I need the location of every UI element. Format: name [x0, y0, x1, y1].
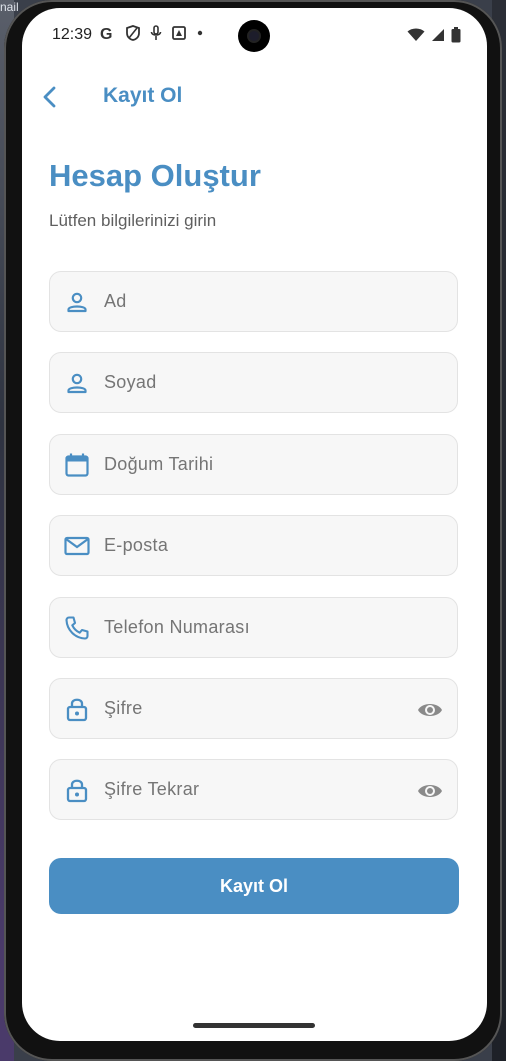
- svg-text:G: G: [100, 26, 112, 41]
- back-button[interactable]: [36, 82, 66, 112]
- status-icons: G: [100, 25, 204, 41]
- password-confirm-input[interactable]: [104, 779, 404, 800]
- register-button[interactable]: Kayıt Ol: [49, 858, 459, 914]
- app-screen: 12:39 G Kayıt Ol Hesap Oluştur Lütfen bi: [22, 8, 487, 1041]
- password-input[interactable]: [104, 698, 404, 719]
- shield-icon: [126, 25, 140, 41]
- person-icon: [67, 292, 87, 313]
- lock-icon: [66, 698, 88, 722]
- page-title: Hesap Oluştur: [49, 158, 261, 193]
- phone-input[interactable]: [104, 617, 404, 638]
- front-camera: [238, 20, 270, 52]
- eye-icon[interactable]: [417, 778, 443, 804]
- last-name-input[interactable]: [104, 372, 404, 393]
- dot-icon: [197, 30, 203, 36]
- email-input[interactable]: [104, 535, 404, 556]
- page-subtitle: Lütfen bilgilerinizi girin: [49, 211, 217, 230]
- first-name-input[interactable]: [104, 291, 404, 312]
- password-confirm-field[interactable]: [49, 759, 458, 820]
- mail-icon: [64, 536, 90, 556]
- email-field[interactable]: [49, 515, 458, 576]
- status-bar: 12:39 G: [22, 8, 487, 64]
- phone-frame: 12:39 G Kayıt Ol Hesap Oluştur Lütfen bi: [4, 0, 502, 1061]
- home-indicator[interactable]: [193, 1023, 315, 1028]
- phone-field[interactable]: [49, 597, 458, 658]
- status-right-icons: [407, 27, 461, 43]
- person-icon: [67, 373, 87, 394]
- birth-date-field[interactable]: [49, 434, 458, 495]
- background-corner-text: nail: [0, 0, 19, 14]
- last-name-field[interactable]: [49, 352, 458, 413]
- google-icon: G: [100, 26, 112, 41]
- calendar-icon: [65, 453, 89, 477]
- app-bar: Kayıt Ol: [22, 78, 487, 118]
- birth-date-input[interactable]: [104, 454, 404, 475]
- phone-icon: [65, 616, 89, 640]
- mic-icon: [150, 25, 162, 40]
- app-bar-title: Kayıt Ol: [103, 84, 183, 107]
- wifi-icon: [407, 28, 425, 41]
- signal-icon: [432, 29, 444, 41]
- first-name-field[interactable]: [49, 271, 458, 332]
- password-field[interactable]: [49, 678, 458, 739]
- status-time: 12:39: [52, 26, 93, 43]
- lock-icon: [66, 779, 88, 803]
- eye-icon[interactable]: [417, 697, 443, 723]
- battery-icon: [451, 27, 461, 43]
- chevron-left-icon: [43, 86, 56, 108]
- app-icon: [172, 26, 186, 40]
